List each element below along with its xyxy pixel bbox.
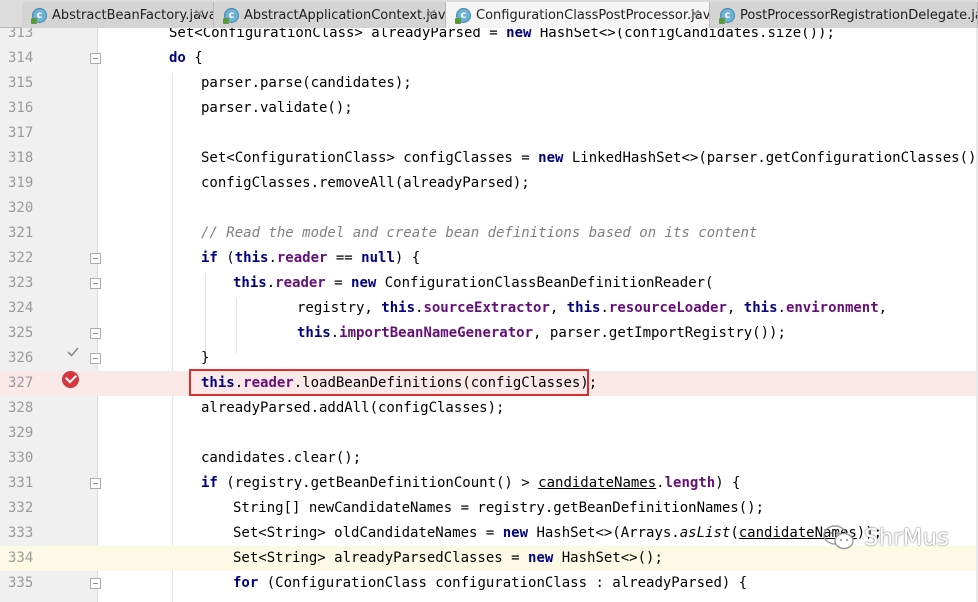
line-number: 315: [8, 75, 34, 91]
line-number: 322: [8, 250, 34, 266]
fold-toggle-icon[interactable]: [90, 578, 101, 589]
code-text: candidates.clear();: [201, 450, 362, 466]
checkmark-icon: [67, 347, 79, 357]
fold-toggle-icon[interactable]: [90, 253, 101, 264]
line-number: 329: [8, 425, 34, 441]
code-text: Set<ConfigurationClass> alreadyParsed = …: [169, 28, 835, 41]
tab-label: PostProcessorRegistrationDelegate.java: [740, 7, 978, 23]
wechat-logo-icon: [823, 525, 854, 550]
code-text: registry, this.sourceExtractor, this.res…: [297, 300, 888, 316]
code-text: Set<String> alreadyParsedClasses = new H…: [233, 550, 663, 566]
code-line: 320: [0, 196, 978, 221]
code-line: 315 parser.parse(candidates);: [0, 71, 978, 96]
line-number: 323: [8, 275, 34, 291]
code-editor[interactable]: 313 Set<ConfigurationClass> alreadyParse…: [0, 28, 978, 602]
watermark-text: ShrMus: [864, 525, 950, 551]
code-text: parser.parse(candidates);: [201, 75, 412, 91]
code-text: this.importBeanNameGenerator, parser.get…: [297, 325, 786, 341]
fold-toggle-icon[interactable]: [90, 53, 101, 64]
line-number: 321: [8, 225, 34, 241]
line-number: 331: [8, 475, 34, 491]
line-number: 324: [8, 300, 34, 316]
highlight-annotation-box: [189, 369, 589, 396]
line-number: 317: [8, 125, 34, 141]
line-number: 326: [8, 350, 34, 366]
class-icon: c: [719, 8, 735, 24]
fold-toggle-icon[interactable]: [90, 353, 101, 364]
code-line: 330 candidates.clear();: [0, 446, 978, 471]
code-line: 332 String[] newCandidateNames = registr…: [0, 496, 978, 521]
code-line: 323 this.reader = new ConfigurationClass…: [0, 271, 978, 296]
fold-toggle-icon[interactable]: [90, 478, 101, 489]
code-line: 329: [0, 421, 978, 446]
code-line: 313 Set<ConfigurationClass> alreadyParse…: [0, 28, 978, 46]
code-text: if (this.reader == null) {: [201, 250, 421, 266]
code-line: 321 // Read the model and create bean de…: [0, 221, 978, 246]
class-icon: c: [31, 8, 47, 24]
line-number: 330: [8, 450, 34, 466]
tab-label: ConfigurationClassPostProcessor.java: [476, 7, 710, 23]
line-number: 325: [8, 325, 34, 341]
close-icon[interactable]: ×: [689, 6, 701, 22]
fold-toggle-icon[interactable]: [90, 278, 101, 289]
close-icon[interactable]: ×: [425, 6, 437, 22]
code-line: 319 configClasses.removeAll(alreadyParse…: [0, 171, 978, 196]
code-comment: // Read the model and create bean defini…: [201, 225, 758, 241]
line-number: 318: [8, 150, 34, 166]
code-text: Set<ConfigurationClass> configClasses = …: [201, 150, 978, 166]
code-text: Set<String> oldCandidateNames = new Hash…: [233, 525, 883, 541]
code-text: if (registry.getBeanDefinitionCount() > …: [201, 475, 741, 491]
code-text: do {: [169, 50, 203, 66]
tab-abstract-application-context[interactable]: c AbstractApplicationContext.java ×: [214, 2, 446, 28]
class-icon: c: [223, 8, 239, 24]
tab-configuration-class-post-processor[interactable]: c ConfigurationClassPostProcessor.java ×: [446, 2, 710, 28]
code-line: 326 }: [0, 346, 978, 371]
code-line: 324 registry, this.sourceExtractor, this…: [0, 296, 978, 321]
line-number: 319: [8, 175, 34, 191]
line-number: 316: [8, 100, 34, 116]
code-text: String[] newCandidateNames = registry.ge…: [233, 500, 765, 516]
code-line: 317: [0, 121, 978, 146]
line-number: 332: [8, 500, 34, 516]
tab-post-processor-registration-delegate[interactable]: c PostProcessorRegistrationDelegate.java: [710, 2, 978, 28]
line-number: 334: [8, 550, 34, 566]
code-text: this.reader = new ConfigurationClassBean…: [233, 275, 714, 291]
code-text: parser.validate();: [201, 100, 353, 116]
tab-label: AbstractBeanFactory.java: [52, 7, 214, 23]
line-number: 335: [8, 575, 34, 591]
breakpoint-icon[interactable]: [62, 371, 79, 388]
code-line: 314 do {: [0, 46, 978, 71]
code-line: 325 this.importBeanNameGenerator, parser…: [0, 321, 978, 346]
code-text: }: [201, 350, 210, 366]
code-text: alreadyParsed.addAll(configClasses);: [201, 400, 505, 416]
code-line: 331 if (registry.getBeanDefinitionCount(…: [0, 471, 978, 496]
code-text: for (ConfigurationClass configurationCla…: [233, 575, 748, 591]
code-line: 328 alreadyParsed.addAll(configClasses);: [0, 396, 978, 421]
watermark: ShrMus: [822, 520, 949, 556]
code-line: 335 for (ConfigurationClass configuratio…: [0, 571, 978, 596]
line-number: 333: [8, 525, 34, 541]
line-number: 327: [8, 375, 34, 391]
code-text: configClasses.removeAll(alreadyParsed);: [201, 175, 530, 191]
line-number: 314: [8, 50, 34, 66]
line-number: 320: [8, 200, 34, 216]
fold-toggle-icon[interactable]: [90, 328, 101, 339]
code-line: 322 if (this.reader == null) {: [0, 246, 978, 271]
close-icon[interactable]: ×: [193, 6, 205, 22]
code-line: 318 Set<ConfigurationClass> configClasse…: [0, 146, 978, 171]
editor-tab-bar: c AbstractBeanFactory.java × c AbstractA…: [0, 0, 978, 28]
line-number: 313: [8, 28, 34, 41]
code-line: 316 parser.validate();: [0, 96, 978, 121]
line-number: 328: [8, 400, 34, 416]
tab-abstract-bean-factory[interactable]: c AbstractBeanFactory.java ×: [22, 2, 214, 28]
tab-label: AbstractApplicationContext.java: [244, 7, 446, 23]
class-icon: c: [455, 8, 471, 24]
